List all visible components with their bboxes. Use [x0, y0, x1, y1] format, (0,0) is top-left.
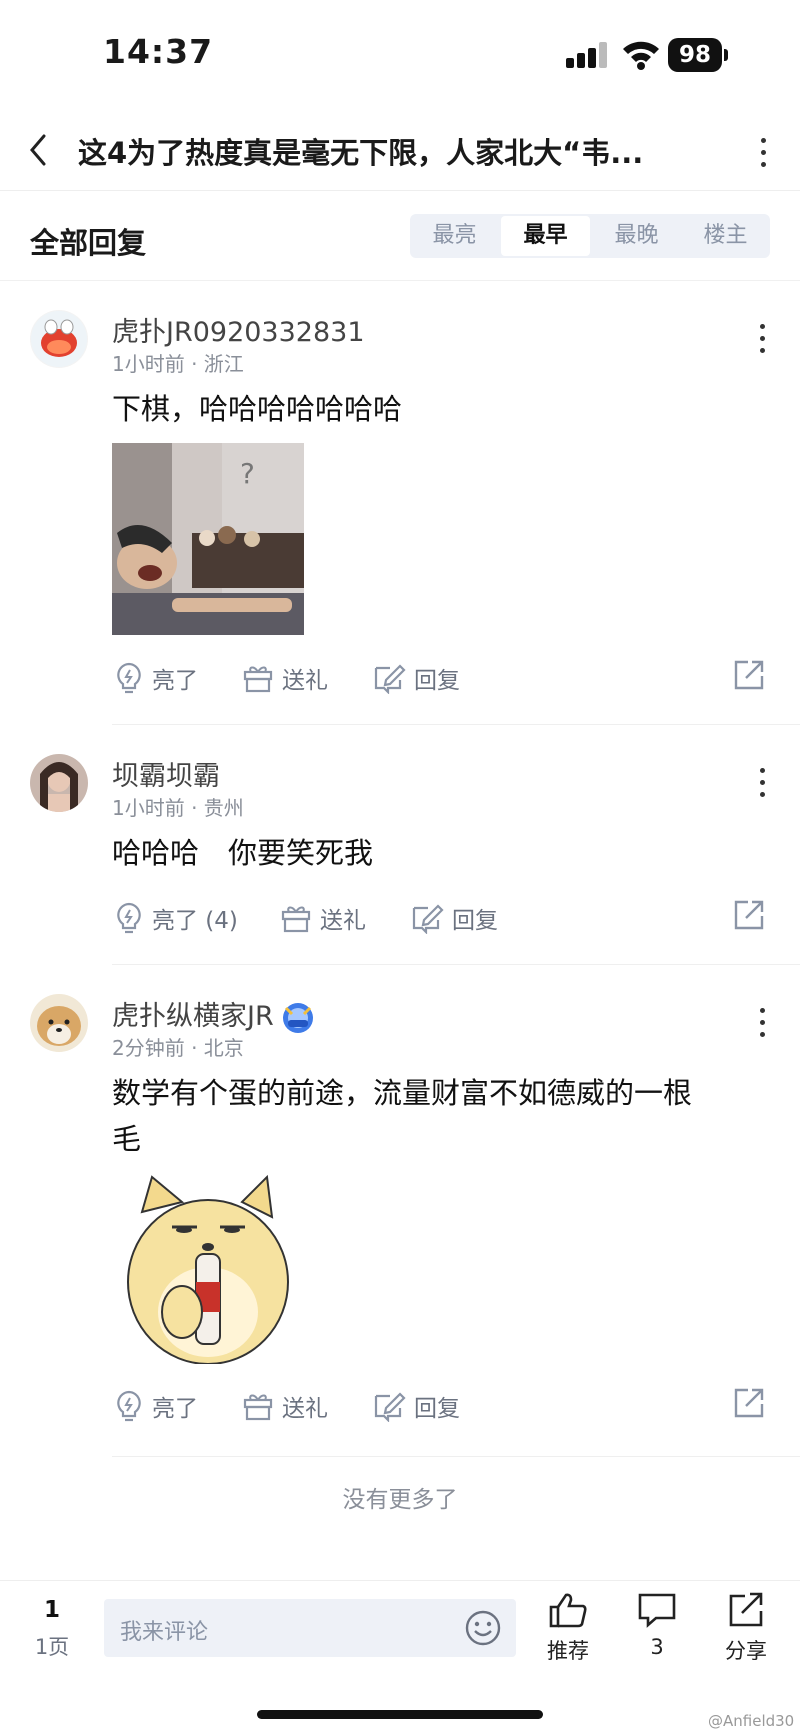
comment-username[interactable]: 虎扑纵横家JR [112, 994, 316, 1036]
divider [112, 1456, 800, 1457]
sort-tab-earliest[interactable]: 最早 [501, 216, 590, 256]
avatar[interactable] [30, 754, 88, 812]
sort-tab-op[interactable]: 楼主 [681, 214, 770, 258]
gift-icon [243, 666, 273, 693]
reply-button[interactable]: 回复 [372, 658, 460, 698]
sort-tabs: 最亮 最早 最晚 楼主 [410, 214, 770, 258]
nav-bar: 这4为了热度真是毫无下限，人家北大“韦... [0, 110, 800, 191]
status-time: 14:37 [103, 32, 214, 71]
battery-level: 98 [668, 38, 722, 72]
gift-button[interactable]: 送礼 [242, 1386, 328, 1426]
watermark: @Anfield30 [708, 1712, 795, 1730]
share-icon [729, 1592, 763, 1627]
comment-image[interactable]: ? [112, 443, 304, 635]
avatar[interactable] [30, 994, 88, 1052]
like-button[interactable]: 亮了 [114, 658, 198, 698]
like-label: 亮了 [152, 1396, 198, 1422]
reply-label: 回复 [414, 1396, 460, 1422]
comment-meta: 1小时前 · 贵州 [112, 796, 244, 820]
gift-label: 送礼 [282, 668, 328, 694]
post-title: 这4为了热度真是毫无下限，人家北大“韦... [78, 136, 644, 170]
comment-meta: 2分钟前 · 北京 [112, 1036, 244, 1060]
recommend-label: 推荐 [547, 1639, 589, 1663]
divider [112, 724, 800, 725]
reply-button[interactable]: 回复 [410, 898, 498, 938]
edit-reply-icon [412, 904, 444, 934]
lightbulb-icon [117, 662, 141, 694]
gift-label: 送礼 [282, 1396, 328, 1422]
lightbulb-icon [117, 902, 141, 934]
page-label[interactable]: 1页 [30, 1631, 74, 1661]
recommend-button[interactable]: 推荐 [533, 1591, 603, 1665]
gift-button[interactable]: 送礼 [280, 898, 366, 938]
emoji-icon[interactable] [464, 1609, 502, 1647]
gift-label: 送礼 [320, 908, 366, 934]
like-button[interactable]: 亮了 (4) [114, 898, 238, 938]
svg-text:?: ? [240, 457, 255, 490]
share-label: 分享 [725, 1639, 767, 1663]
lightbulb-icon [117, 1390, 141, 1422]
comment-username[interactable]: 坝霸坝霸 [112, 754, 220, 793]
share-icon[interactable] [732, 1386, 766, 1420]
comment-actions: 亮了 送礼 回复 [112, 1386, 764, 1426]
gift-icon [243, 1394, 273, 1421]
comment-text: 数学有个蛋的前途，流量财富不如德威的一根 毛 [112, 1070, 752, 1162]
edit-reply-icon [374, 664, 406, 694]
avatar[interactable] [30, 310, 88, 368]
comment-text: 下棋，哈哈哈哈哈哈哈 [112, 392, 403, 426]
more-options-icon[interactable] [752, 132, 776, 172]
all-replies-title: 全部回复 [30, 226, 147, 260]
comment-username[interactable]: 虎扑JR0920332831 [112, 310, 365, 349]
like-label: 亮了 (4) [152, 908, 238, 934]
edit-reply-icon [374, 1392, 406, 1422]
comment-input[interactable]: 我来评论 [104, 1599, 516, 1657]
comment-sticker-image[interactable] [112, 1172, 304, 1364]
no-more-label: 没有更多了 [342, 1487, 458, 1513]
thumbs-up-icon [549, 1593, 587, 1628]
comment-text: 哈哈哈 你要笑死我 [112, 836, 374, 870]
home-indicator[interactable] [257, 1710, 543, 1719]
replies-header: 全部回复 最亮 最早 最晚 楼主 [0, 192, 800, 281]
page-number[interactable]: 1 [30, 1597, 74, 1623]
battery-icon: 98 [668, 38, 730, 72]
comment-bubble-icon [638, 1593, 676, 1628]
comments-button[interactable]: 3 [622, 1591, 692, 1659]
wifi-icon [623, 41, 659, 70]
comment-meta: 1小时前 · 浙江 [112, 352, 244, 376]
like-label: 亮了 [152, 668, 198, 694]
comment-count: 3 [650, 1635, 664, 1659]
gift-icon [281, 906, 311, 933]
status-bar: 14:37 98 [0, 0, 800, 100]
comment-text-line: 数学有个蛋的前途，流量财富不如德威的一根 [112, 1076, 693, 1110]
bottom-bar: 1 1页 我来评论 推荐 3 分享 [0, 1580, 800, 1691]
reply-label: 回复 [414, 668, 460, 694]
back-arrow-icon[interactable] [22, 128, 62, 172]
username-text: 虎扑纵横家JR [112, 1001, 274, 1032]
user-level-badge-icon [282, 1002, 313, 1033]
comment-text-line: 毛 [112, 1122, 142, 1156]
share-icon[interactable] [732, 898, 766, 932]
reply-button[interactable]: 回复 [372, 1386, 460, 1426]
like-button[interactable]: 亮了 [114, 1386, 198, 1426]
gift-button[interactable]: 送礼 [242, 658, 328, 698]
share-icon[interactable] [732, 658, 766, 692]
reply-label: 回复 [452, 908, 498, 934]
cellular-signal-icon [566, 42, 608, 68]
comment-actions: 亮了 (4) 送礼 回复 [112, 898, 764, 938]
divider [112, 964, 800, 965]
share-button[interactable]: 分享 [711, 1591, 781, 1665]
comment-actions: 亮了 送礼 回复 [112, 658, 764, 698]
sort-tab-latest[interactable]: 最晚 [592, 214, 681, 258]
comment-input-placeholder: 我来评论 [120, 1620, 209, 1645]
sort-tab-brightest[interactable]: 最亮 [410, 214, 499, 258]
